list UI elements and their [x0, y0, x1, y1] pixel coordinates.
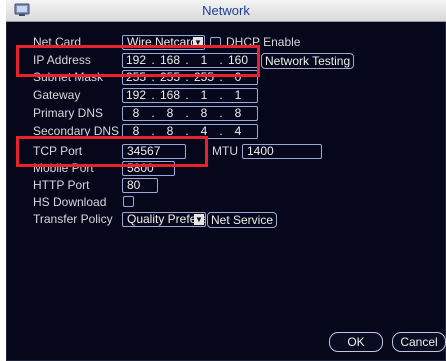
cancel-button[interactable]: Cancel: [392, 332, 446, 352]
octet-separator: .: [185, 88, 189, 102]
mtu-label: MTU: [212, 144, 238, 158]
ip-address-highlight: [16, 45, 260, 77]
octet-separator: .: [151, 106, 155, 120]
octet-separator: .: [219, 124, 223, 138]
ip-octet: 8: [166, 106, 174, 120]
octet-separator: .: [219, 88, 223, 102]
ip-octet: 192: [125, 88, 147, 102]
network-testing-button[interactable]: Network Testing: [261, 53, 355, 69]
primary-dns-label: Primary DNS: [33, 106, 104, 120]
transfer-policy-select[interactable]: Quality Preference ▼: [122, 212, 206, 227]
ok-button[interactable]: OK: [329, 332, 383, 352]
ip-octet: 4: [234, 124, 242, 138]
ip-octet: 1: [234, 88, 242, 102]
title-bar: Network: [6, 0, 446, 22]
network-dialog: Network Net Card Wire Netcard ▼ DHCP Ena…: [6, 0, 446, 361]
ip-octet: 8: [200, 106, 208, 120]
primary-dns-input[interactable]: 8. 8. 8. 8: [122, 106, 258, 121]
ip-octet: 1: [200, 88, 208, 102]
net-service-button[interactable]: Net Service: [207, 212, 278, 228]
transfer-policy-label: Transfer Policy: [33, 212, 113, 226]
octet-separator: .: [219, 106, 223, 120]
octet-separator: .: [151, 88, 155, 102]
ip-octet: 8: [132, 106, 140, 120]
http-port-input[interactable]: 80: [122, 178, 158, 193]
gateway-label: Gateway: [33, 88, 81, 102]
ip-octet: 8: [234, 106, 242, 120]
tcp-port-highlight: [16, 136, 208, 167]
hs-download-label: HS Download: [33, 195, 107, 209]
mtu-input[interactable]: 1400: [242, 144, 322, 159]
window-title: Network: [202, 3, 250, 18]
chevron-down-icon: ▼: [194, 214, 204, 225]
octet-separator: .: [185, 106, 189, 120]
hs-download-checkbox[interactable]: [123, 196, 134, 207]
http-port-label: HTTP Port: [33, 178, 90, 192]
ip-octet: 168: [159, 88, 181, 102]
gateway-input[interactable]: 192. 168. 1. 1: [122, 88, 258, 103]
